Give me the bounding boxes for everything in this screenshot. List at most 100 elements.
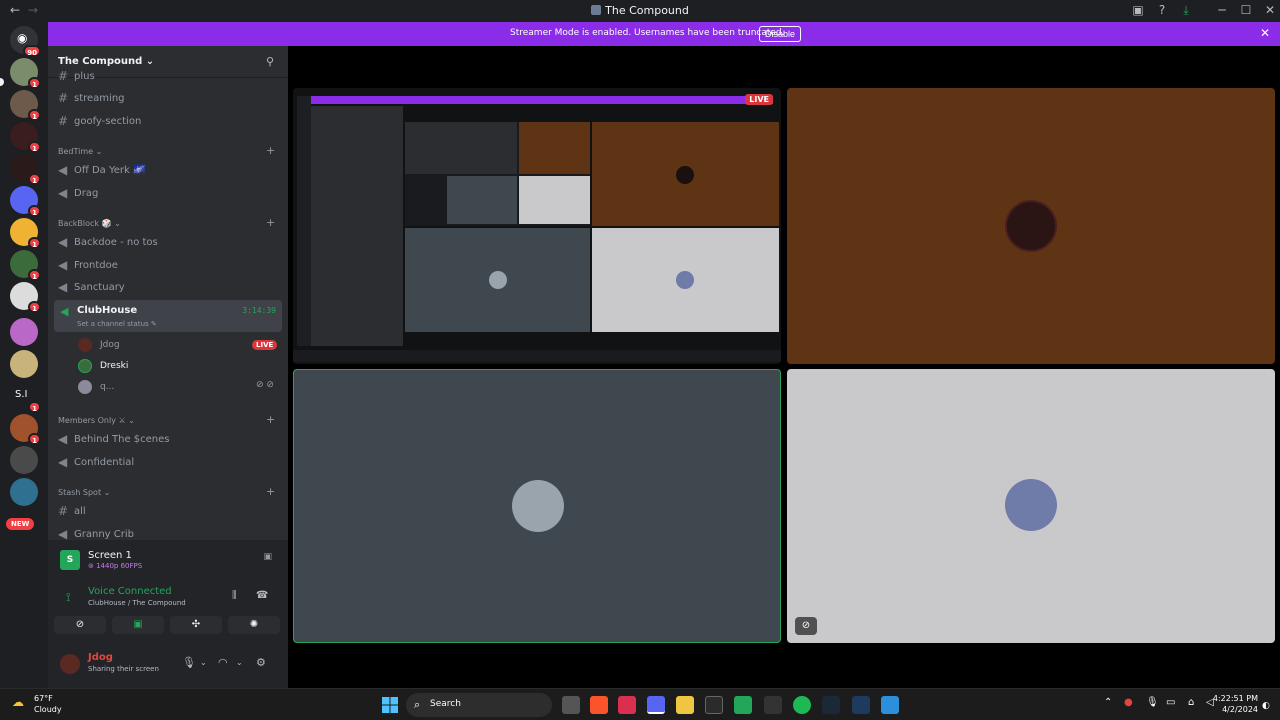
server-icon-11[interactable]: S.I 1 [10,382,41,413]
steam-icon[interactable] [822,696,840,714]
server-icon-12[interactable]: 1 [10,414,41,445]
add-channel-icon[interactable]: + [266,485,275,498]
voice-channel-sanctuary[interactable]: ◀ Sanctuary [58,277,125,297]
network-icon[interactable]: ⌂ [1188,697,1194,708]
weather-icon[interactable]: ☁ [12,695,24,709]
participant-tile[interactable] [787,88,1275,364]
voice-channel-off-da-yerk[interactable]: ◀ Off Da Yerk 🌌 [58,160,145,180]
app-icon[interactable] [852,696,870,714]
brave-icon[interactable] [590,696,608,714]
voice-user[interactable]: Jdog [78,336,120,354]
app-icon[interactable] [618,696,636,714]
microphone-icon[interactable]: 🎙 [182,656,196,669]
signal-icon[interactable]: ⟟ [66,590,70,605]
notification-icon[interactable]: ◐ [1262,701,1270,711]
spotify-icon[interactable] [793,696,811,714]
close-window-button[interactable]: ✕ [1260,3,1280,17]
channel-partial[interactable]: # plus [58,70,95,82]
channel-all[interactable]: # all [58,501,86,521]
soundboard-button[interactable]: ✺ [228,616,280,634]
server-badge: 1 [28,173,41,185]
cast-icon[interactable]: ▣ [1128,3,1148,17]
server-icon-8[interactable]: 1 [10,282,41,313]
screen-share-card[interactable]: S Screen 1 ⊚ 1440p 60FPS ▣ [54,542,282,576]
speaker-icon: ◀ [58,432,68,446]
server-icon-6[interactable]: 1 [10,218,41,249]
voice-user[interactable]: q... [78,378,114,396]
share-screen-button[interactable]: ▣ [112,616,164,634]
server-icon-2[interactable]: 1 [10,90,41,121]
invite-icon[interactable]: ⚲ [266,55,274,68]
microphone-icon[interactable]: 🎙 [1146,697,1159,708]
maximize-button[interactable]: ☐ [1236,3,1256,17]
server-icon-9[interactable] [10,318,38,346]
participant-tile-speaking[interactable] [293,369,781,643]
chevron-up-icon[interactable]: ⌃ [1104,697,1112,708]
voice-location[interactable]: ClubHouse / The Compound [88,599,186,607]
app-icon[interactable] [764,696,782,714]
server-icon-1[interactable]: 1 [10,58,41,89]
channel-status[interactable]: Set a channel status ✎ [77,320,157,328]
chevron-down-icon[interactable]: ⌄ [236,658,243,667]
chevron-down-icon[interactable]: ⌄ [200,658,207,667]
window-title-text: The Compound [605,4,689,17]
channel-label: all [74,505,86,517]
gear-icon[interactable]: ⚙ [256,656,266,669]
windows-start-icon[interactable] [382,697,398,713]
headphones-icon[interactable]: ◠ [218,656,228,669]
disconnect-icon[interactable]: ☎ [256,590,268,601]
category-members-only[interactable]: Members Only ⚔ ⌄ [58,416,135,425]
search-box[interactable]: ⌕ Search [406,693,552,717]
voice-channel-frontdoe[interactable]: ◀ Frontdoe [58,255,118,275]
server-icon-13[interactable] [10,446,38,474]
server-icon-5[interactable]: 1 [10,186,41,217]
task-view-icon[interactable] [562,696,580,714]
voice-channel-backdoe[interactable]: ◀ Backdoe - no tos [58,232,158,252]
close-icon[interactable]: ✕ [1260,26,1270,40]
participant-tile[interactable]: ⊘ [787,369,1275,643]
category-backblock[interactable]: BackBlock 🎲 ⌄ [58,219,121,228]
speaker-icon: ◀ [58,280,68,294]
minimize-button[interactable]: ─ [1212,3,1232,17]
server-icon-10[interactable] [10,350,38,378]
voice-user[interactable]: Dreski [78,357,128,375]
category-bedtime[interactable]: BedTime ⌄ [58,147,102,156]
channel-goofy-section[interactable]: # goofy-section [58,111,141,131]
weather-desc[interactable]: Cloudy [34,705,62,714]
channel-streaming[interactable]: # streaming [58,88,125,108]
server-icon-4[interactable]: 1 [10,154,41,185]
home-button[interactable]: ◉ 90 [10,26,41,57]
voice-connected-label[interactable]: Voice Connected [88,586,172,597]
voice-channel-confidential[interactable]: ◀ Confidential [58,452,134,472]
voice-channel-drag[interactable]: ◀ Drag [58,183,98,203]
avatar[interactable] [60,654,80,674]
download-icon[interactable]: ⤓ [1176,3,1196,18]
noise-suppression-icon[interactable]: ⫼ [232,590,237,601]
category-stash-spot[interactable]: Stash Spot ⌄ [58,488,110,497]
voice-channel-behind-the-scenes[interactable]: ◀ Behind The $cenes [58,429,169,449]
weather-temp[interactable]: 67°F [34,694,53,703]
user-name[interactable]: Jdog [88,652,113,663]
clock-time[interactable]: 4:22:51 PM [1213,694,1258,703]
clock-date[interactable]: 4/2/2024 [1222,705,1258,714]
server-icon-7[interactable]: 1 [10,250,41,281]
app-icon[interactable] [881,696,899,714]
xbox-icon[interactable] [705,696,723,714]
stream-tile[interactable]: LIVE [293,88,781,364]
discord-icon[interactable] [647,696,665,714]
disable-button[interactable]: Disable [759,26,801,42]
app-icon[interactable] [734,696,752,714]
display-icon[interactable]: ▭ [1166,697,1175,708]
voice-channel-clubhouse[interactable]: ◀ ClubHouse 3:14:39 Set a channel status… [54,300,282,332]
stop-stream-icon[interactable]: ▣ [263,552,272,562]
add-channel-icon[interactable]: + [266,413,275,426]
help-icon[interactable]: ? [1152,3,1172,17]
server-icon-14[interactable] [10,478,38,506]
file-explorer-icon[interactable] [676,696,694,714]
server-icon-3[interactable]: 1 [10,122,41,153]
add-channel-icon[interactable]: + [266,144,275,157]
activities-button[interactable]: ✣ [170,616,222,634]
tray-app-icon[interactable]: ● [1124,697,1133,708]
camera-off-button[interactable]: ⊘ [54,616,106,634]
add-channel-icon[interactable]: + [266,216,275,229]
